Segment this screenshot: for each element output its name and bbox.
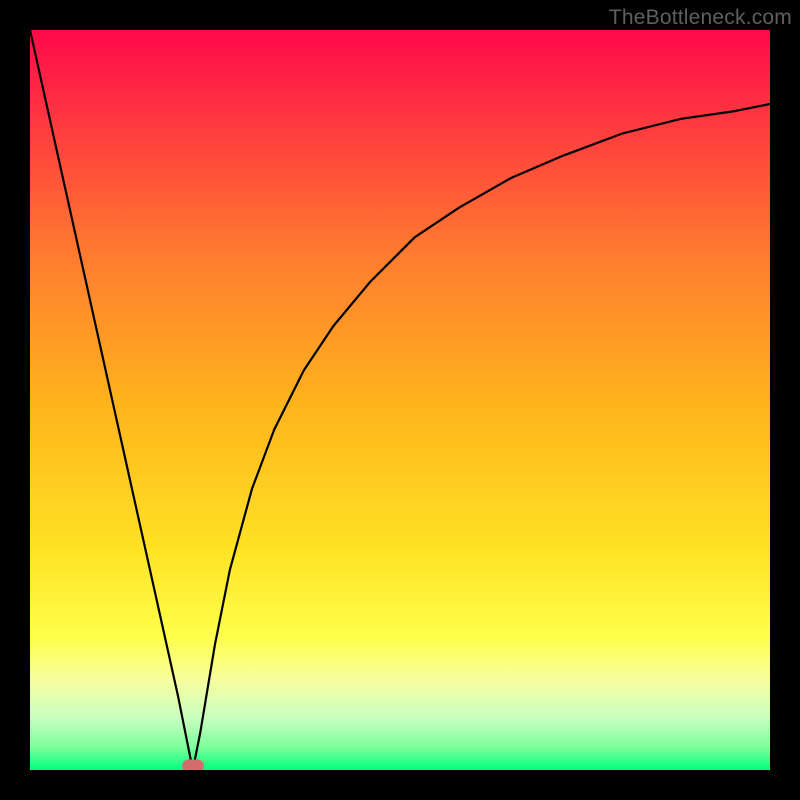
bottleneck-marker [182,760,204,770]
plot-area [30,30,770,770]
chart-stage: TheBottleneck.com [0,0,800,800]
bottleneck-curve [30,30,770,770]
watermark-text: TheBottleneck.com [609,6,792,30]
